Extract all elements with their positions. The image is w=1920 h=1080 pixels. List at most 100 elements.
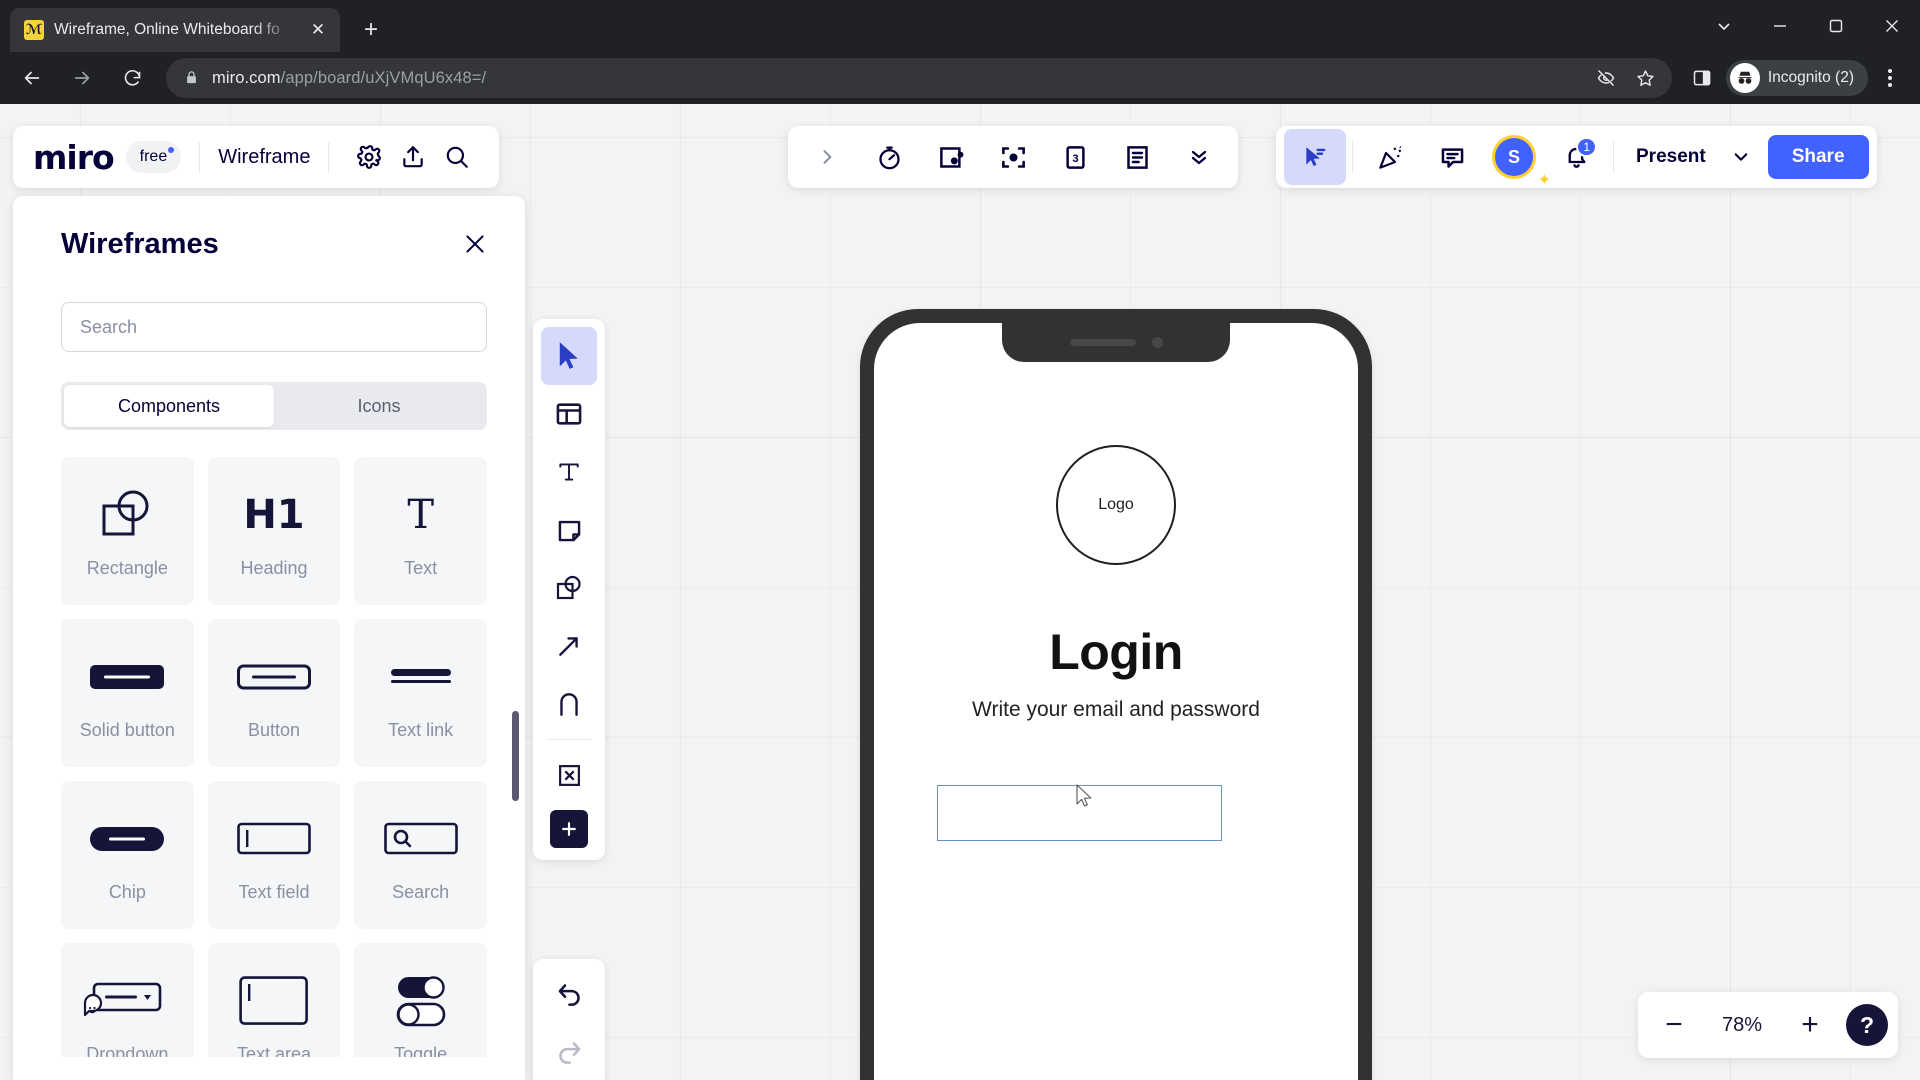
more-chevrons-icon[interactable]: [1168, 129, 1230, 185]
frame-picture-icon[interactable]: [920, 129, 982, 185]
tab-strip: ℳ Wireframe, Online Whiteboard fo ✕ +: [0, 0, 1920, 52]
phone-mockup[interactable]: Logo Login Write your email and password: [860, 309, 1372, 1080]
component-label: Text link: [388, 719, 454, 740]
minimize-icon[interactable]: [1752, 0, 1808, 52]
cursor-select-icon[interactable]: [541, 327, 597, 385]
component-dropdown[interactable]: Dropdown: [61, 943, 194, 1057]
lock-icon: [184, 70, 200, 86]
chevron-down-icon[interactable]: [1722, 135, 1760, 179]
zoom-level-label[interactable]: 78%: [1704, 1014, 1780, 1037]
close-icon[interactable]: [455, 224, 495, 264]
miro-logo[interactable]: miro: [33, 141, 115, 174]
tab-search-icon[interactable]: [1696, 0, 1752, 52]
eye-slash-icon[interactable]: [1588, 60, 1624, 96]
expand-chevron-icon[interactable]: [796, 129, 858, 185]
phone-speaker: [1069, 339, 1136, 346]
search-icon[interactable]: [435, 135, 479, 179]
chip-shape-icon: [90, 808, 165, 870]
three-dot-menu-icon[interactable]: [1870, 58, 1910, 98]
cursor-share-icon[interactable]: [1284, 129, 1346, 185]
svg-text:3: 3: [1072, 153, 1078, 165]
text-icon[interactable]: [541, 443, 597, 501]
component-label: Toggle: [394, 1043, 448, 1058]
rail-divider: [547, 739, 591, 740]
component-chip[interactable]: Chip: [61, 781, 194, 929]
component-heading[interactable]: H1 Heading: [207, 457, 341, 605]
notification-badge: 1: [1576, 137, 1597, 157]
shapes-icon[interactable]: [541, 559, 597, 617]
close-icon[interactable]: [1864, 0, 1920, 52]
component-solid-button[interactable]: Solid button: [61, 619, 194, 767]
login-title: Login: [1049, 624, 1183, 680]
login-input-field[interactable]: [937, 785, 1222, 841]
address-bar[interactable]: miro.com/app/board/uXjVMqU6x48=/: [166, 58, 1672, 98]
zoom-out-button[interactable]: −: [1648, 999, 1700, 1051]
miro-header: miro free Wireframe: [13, 126, 500, 188]
wireframes-panel: Wireframes Components Icons: [13, 196, 525, 1080]
present-button[interactable]: Present: [1620, 135, 1722, 179]
text-t-glyph-icon: T: [407, 491, 434, 538]
star-icon[interactable]: [1628, 60, 1664, 96]
profile-chip[interactable]: Incognito (2): [1725, 60, 1868, 96]
reload-icon[interactable]: [112, 58, 152, 98]
component-rectangle[interactable]: Rectangle: [61, 457, 194, 605]
miro-favicon-icon: ℳ: [24, 20, 44, 40]
frame-x-icon[interactable]: [541, 746, 597, 804]
component-label: Dropdown: [86, 1043, 169, 1058]
timer-icon[interactable]: [858, 129, 920, 185]
cards-3-icon[interactable]: 3: [1044, 129, 1106, 185]
tab-icons[interactable]: Icons: [274, 385, 484, 427]
panel-tabs: Components Icons: [61, 382, 487, 430]
component-toggle[interactable]: Toggle: [354, 943, 487, 1057]
url-text: miro.com/app/board/uXjVMqU6x48=/: [212, 69, 486, 88]
search-input[interactable]: [80, 316, 468, 338]
component-button[interactable]: Button: [207, 619, 341, 767]
plan-badge[interactable]: free: [125, 141, 182, 173]
panel-scrollbar[interactable]: [512, 711, 519, 801]
arrow-connector-icon[interactable]: [541, 617, 597, 675]
redo-icon[interactable]: [541, 1023, 597, 1080]
component-search[interactable]: Search: [354, 781, 487, 929]
browser-toolbar: miro.com/app/board/uXjVMqU6x48=/ Incogni…: [0, 52, 1920, 104]
component-label: Text area: [236, 1043, 312, 1058]
party-popper-icon[interactable]: [1359, 129, 1421, 185]
pen-icon[interactable]: [541, 675, 597, 733]
upload-icon[interactable]: [391, 135, 435, 179]
component-text-link[interactable]: Text link: [354, 619, 487, 767]
undo-icon[interactable]: [541, 965, 597, 1023]
bell-icon[interactable]: 1: [1545, 129, 1607, 185]
panel-search-box[interactable]: [61, 302, 487, 352]
avatar[interactable]: S ✦: [1483, 129, 1551, 189]
more-apps-plus-icon[interactable]: [550, 810, 588, 848]
maximize-icon[interactable]: [1808, 0, 1864, 52]
help-button[interactable]: ?: [1846, 1004, 1888, 1046]
comment-icon[interactable]: [1421, 129, 1483, 185]
tab-close-icon[interactable]: ✕: [306, 18, 330, 42]
share-button[interactable]: Share: [1767, 135, 1869, 179]
sticky-note-icon[interactable]: [541, 501, 597, 559]
logo-placeholder[interactable]: Logo: [1056, 445, 1176, 565]
header-divider: [199, 142, 201, 172]
dropdown-shape-icon: [83, 970, 171, 1032]
component-text-area[interactable]: Text area: [207, 943, 341, 1058]
board-name[interactable]: Wireframe: [218, 146, 310, 169]
phone-notch: [1002, 323, 1230, 362]
new-tab-button[interactable]: +: [354, 13, 388, 47]
omnibox-actions: [1588, 60, 1664, 96]
back-arrow-icon[interactable]: [12, 58, 52, 98]
focus-icon[interactable]: [982, 129, 1044, 185]
miro-canvas[interactable]: Logo Login Write your email and password…: [0, 104, 1920, 1080]
zoom-in-button[interactable]: +: [1784, 999, 1836, 1051]
side-panel-icon[interactable]: [1682, 58, 1722, 98]
forward-arrow-icon[interactable]: [62, 58, 102, 98]
window-controls: [1696, 0, 1920, 52]
template-frame-icon[interactable]: [541, 385, 597, 443]
header-divider: [328, 142, 330, 172]
tab-components[interactable]: Components: [64, 385, 274, 427]
document-icon[interactable]: [1106, 129, 1168, 185]
gear-icon[interactable]: [347, 135, 391, 179]
browser-tab[interactable]: ℳ Wireframe, Online Whiteboard fo ✕: [10, 8, 340, 52]
search-field-shape-icon: [383, 808, 458, 870]
component-text[interactable]: T Text: [354, 457, 487, 605]
component-text-field[interactable]: Text field: [207, 781, 341, 929]
